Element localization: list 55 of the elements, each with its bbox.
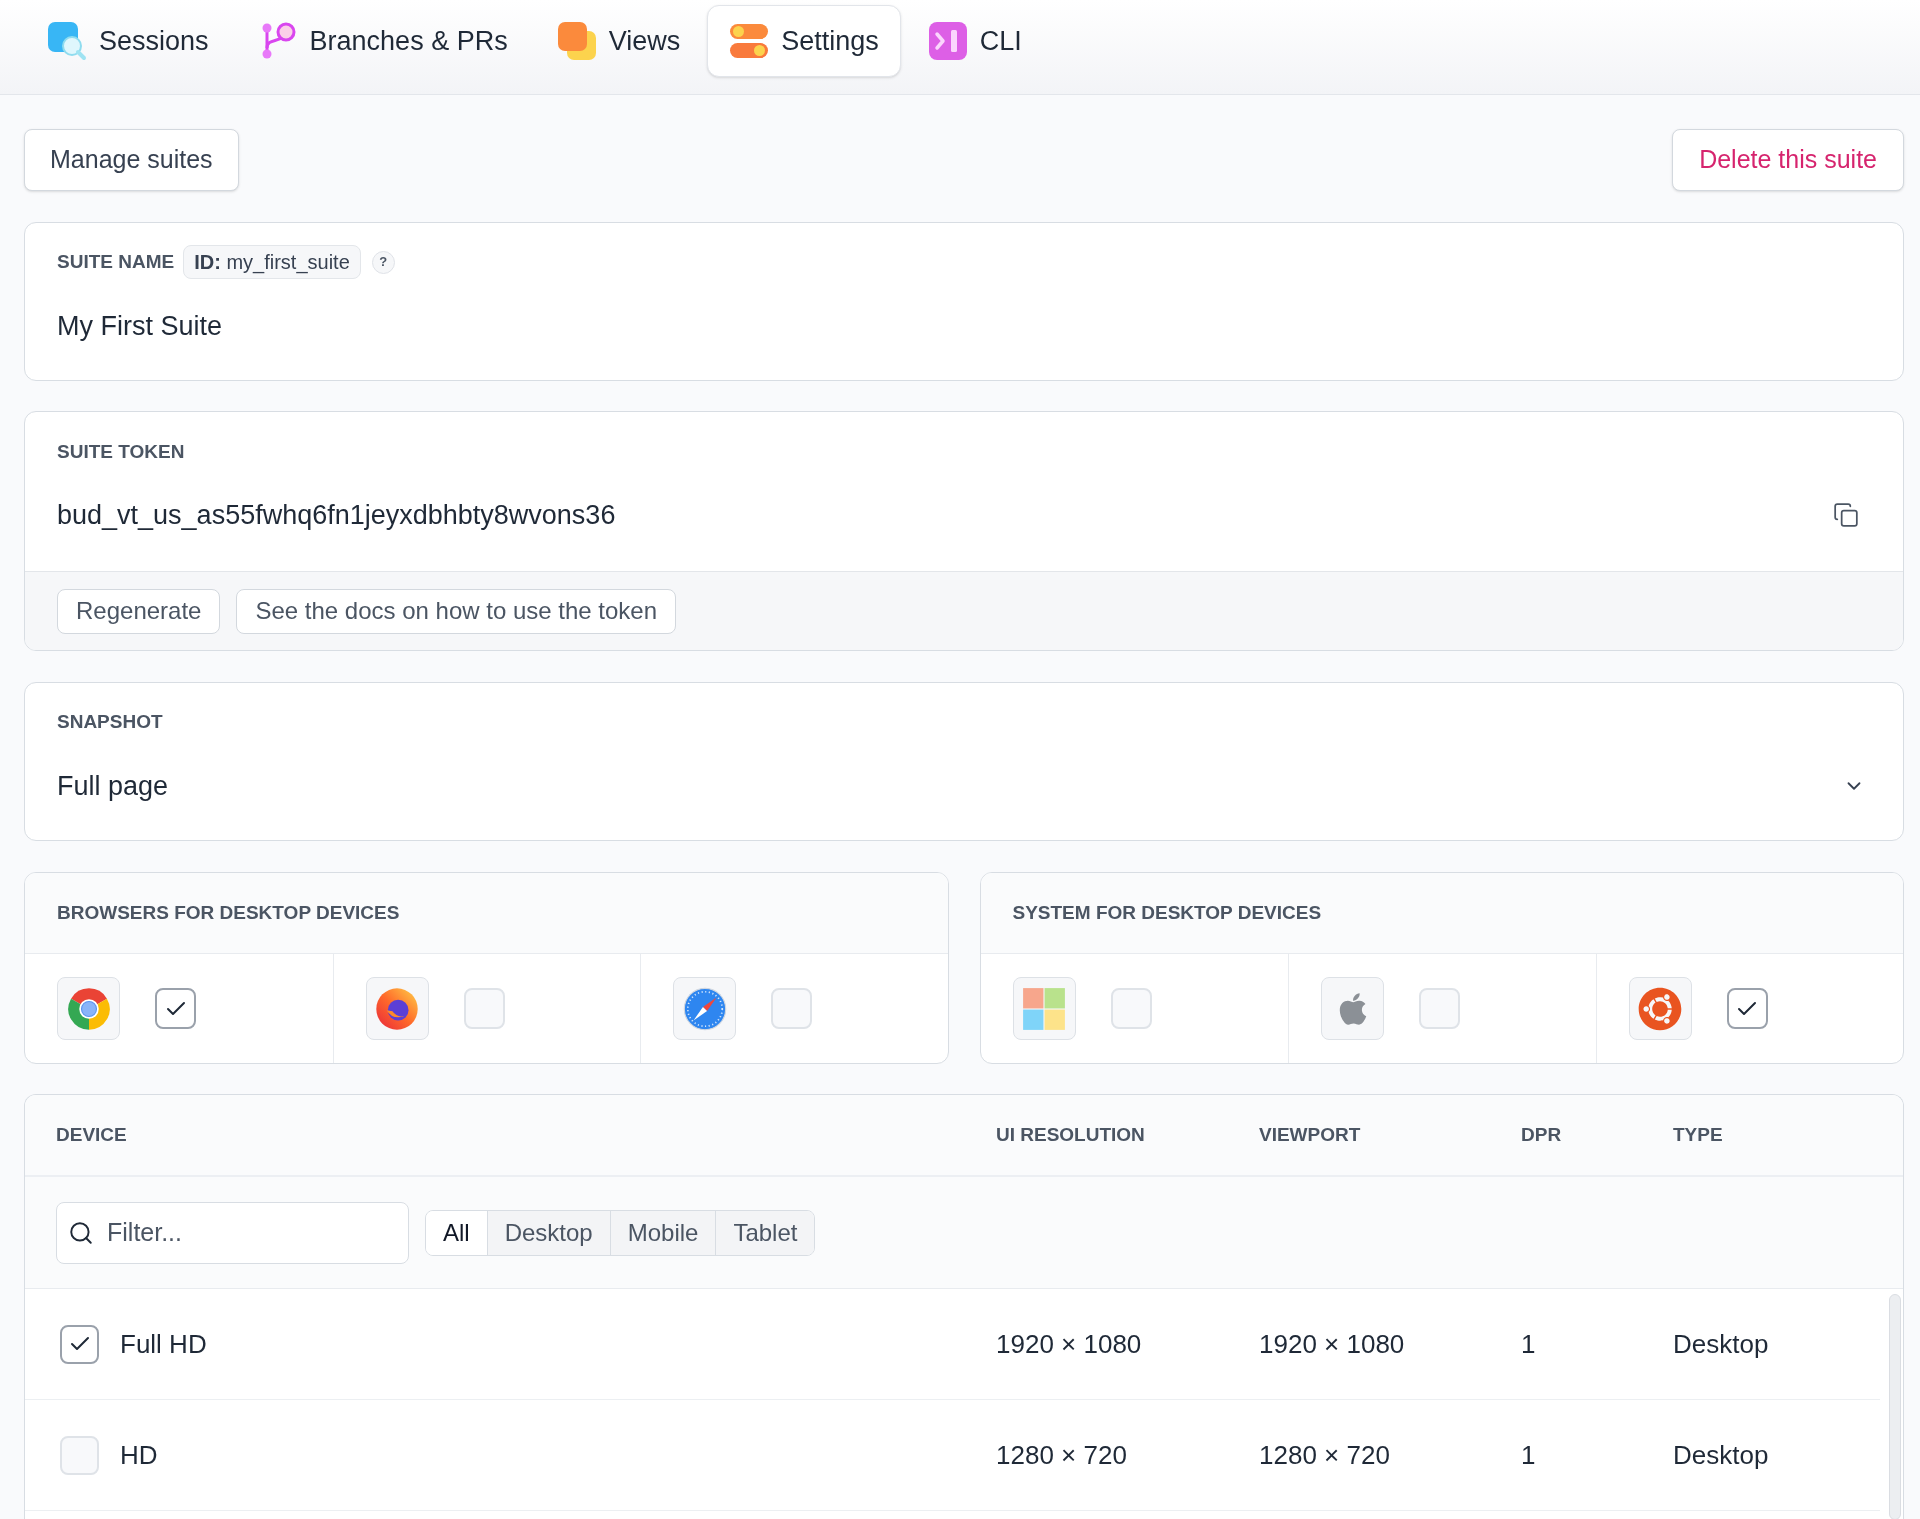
column-header: UI RESOLUTION bbox=[996, 1122, 1145, 1147]
column-header: TYPE bbox=[1673, 1122, 1723, 1147]
search-icon bbox=[68, 1219, 94, 1246]
scrollbar[interactable] bbox=[1889, 1294, 1901, 1519]
chrome-logo-icon bbox=[57, 977, 120, 1040]
tab[interactable]: CLI bbox=[905, 5, 1044, 77]
column-header: DEVICE bbox=[56, 1122, 127, 1147]
column-header: VIEWPORT bbox=[1259, 1122, 1361, 1147]
copy-icon[interactable] bbox=[1833, 502, 1859, 528]
toggles-icon bbox=[729, 21, 770, 61]
id-badge: ID: my_first_suite bbox=[183, 245, 361, 279]
table-cell-text: 1 bbox=[1521, 1327, 1536, 1361]
field-label: SUITE TOKEN bbox=[57, 441, 186, 463]
table-cell-text: 1 bbox=[1521, 1438, 1536, 1472]
table-cell-text: Desktop bbox=[1673, 1438, 1769, 1472]
table-cell-text: 1920 × 1080 bbox=[996, 1327, 1142, 1361]
type-filter-tab[interactable]: Desktop bbox=[486, 1210, 610, 1255]
tab[interactable]: Sessions bbox=[25, 5, 231, 77]
device-name: HD bbox=[120, 1438, 158, 1472]
four-squares-icon bbox=[1012, 977, 1076, 1040]
regenerate-button[interactable]: Regenerate bbox=[57, 588, 221, 634]
type-filter-tab[interactable]: Tablet bbox=[715, 1210, 815, 1255]
field-label: SNAPSHOT bbox=[57, 711, 164, 733]
type-filter-tab[interactable]: Mobile bbox=[609, 1210, 716, 1255]
snapshot-select[interactable]: Full page bbox=[57, 770, 1871, 802]
compass-icon bbox=[673, 977, 736, 1040]
table-cell-text: 1280 × 720 bbox=[996, 1438, 1127, 1472]
table-cell-text: 1920 × 1080 bbox=[1259, 1327, 1405, 1361]
manage-suites-button[interactable]: Manage suites bbox=[24, 129, 239, 191]
magnifier-icon bbox=[47, 21, 87, 61]
device-name: Full HD bbox=[120, 1327, 207, 1361]
field-label: SUITE NAME bbox=[57, 249, 175, 274]
stacked-squares-icon bbox=[556, 21, 597, 61]
globe-logo-icon bbox=[365, 977, 429, 1040]
ubuntu-logo-icon bbox=[1628, 977, 1692, 1040]
table-cell-text: Desktop bbox=[1673, 1327, 1769, 1361]
tab[interactable]: Views bbox=[534, 5, 703, 77]
filter-field[interactable]: Filter... bbox=[56, 1201, 409, 1264]
type-filter-tab[interactable]: All bbox=[426, 1210, 487, 1255]
card-title: SYSTEM FOR DESKTOP DEVICES bbox=[1012, 900, 1322, 925]
tab[interactable]: Settings bbox=[707, 5, 901, 77]
terminal-icon bbox=[927, 21, 968, 61]
tab[interactable]: Branches & PRs bbox=[235, 5, 530, 77]
docs-button[interactable]: See the docs on how to use the token bbox=[236, 588, 677, 634]
table-cell-text: 1280 × 720 bbox=[1259, 1438, 1390, 1472]
checkbox[interactable] bbox=[60, 1324, 99, 1364]
card-title: BROWSERS FOR DESKTOP DEVICES bbox=[57, 900, 400, 925]
suite-name-field[interactable]: My First Suite bbox=[57, 310, 1871, 342]
apple-logo-icon bbox=[1321, 977, 1384, 1040]
checkbox[interactable] bbox=[155, 988, 196, 1029]
checkbox[interactable] bbox=[1726, 988, 1768, 1029]
help-button[interactable]: ? bbox=[371, 250, 395, 274]
column-header: DPR bbox=[1521, 1122, 1562, 1147]
delete-suite-button[interactable]: Delete this suite bbox=[1672, 129, 1904, 191]
token-value: bud_vt_us_as55fwhq6fn1jeyxdbhbty8wvons36 bbox=[57, 499, 616, 531]
